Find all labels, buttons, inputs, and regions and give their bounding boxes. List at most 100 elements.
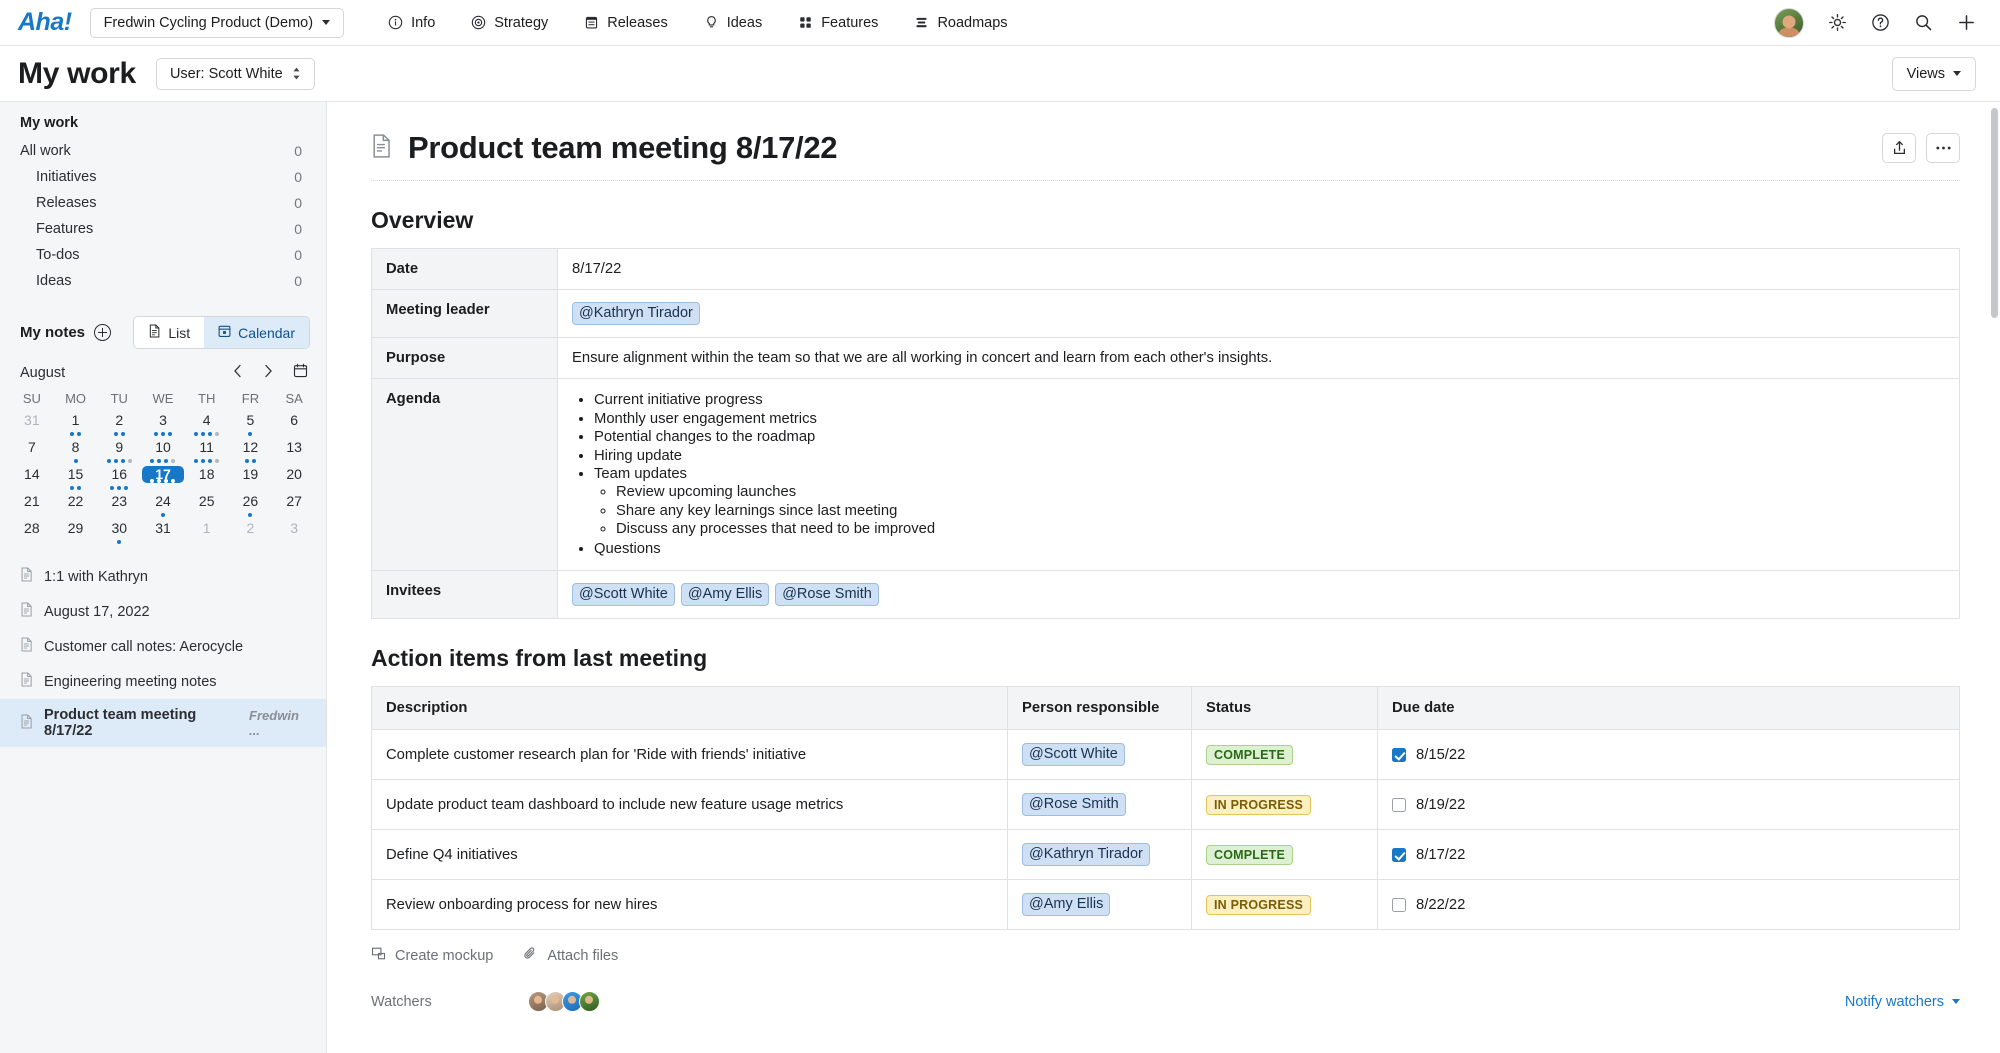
plus-icon[interactable] [1957,13,1976,32]
calendar-day-21[interactable]: 21 [10,493,54,520]
search-icon[interactable] [1914,13,1933,32]
mention-chip[interactable]: @Rose Smith [1022,793,1126,816]
calendar-day-25[interactable]: 25 [185,493,229,520]
mention-chip[interactable]: @Scott White [572,583,675,606]
views-button[interactable]: Views [1892,57,1976,91]
calendar-day-27[interactable]: 27 [272,493,316,520]
calendar-day-8[interactable]: 8 [54,439,98,466]
calendar-day-2[interactable]: 2 [97,412,141,439]
sidebar-item-initiatives[interactable]: Initiatives 0 [0,164,326,190]
overview-row-value[interactable]: Ensure alignment within the team so that… [558,338,1960,379]
action-description-cell[interactable]: Update product team dashboard to include… [372,780,1008,830]
calendar-day-1[interactable]: 1 [185,520,229,547]
calendar-day-3[interactable]: 3 [272,520,316,547]
calendar-day-22[interactable]: 22 [54,493,98,520]
nav-item-roadmaps[interactable]: Roadmaps [900,8,1021,38]
calendar-day-13[interactable]: 13 [272,439,316,466]
create-mockup-button[interactable]: Create mockup [371,946,493,965]
sidebar-item-releases[interactable]: Releases 0 [0,190,326,216]
nav-item-strategy[interactable]: Strategy [457,8,562,38]
action-due-date-cell[interactable]: 8/15/22 [1378,730,1960,780]
calendar-day-14[interactable]: 14 [10,466,54,493]
action-description-cell[interactable]: Review onboarding process for new hires [372,880,1008,930]
help-icon[interactable] [1871,13,1890,32]
calendar-day-19[interactable]: 19 [229,466,273,493]
action-person-cell[interactable]: @Scott White [1008,730,1192,780]
prev-month-icon[interactable] [233,364,243,383]
calendar-day-5[interactable]: 5 [229,412,273,439]
notify-watchers-button[interactable]: Notify watchers [1845,994,1960,1010]
nav-item-features[interactable]: Features [784,8,892,38]
action-status-cell[interactable]: COMPLETE [1192,730,1378,780]
calendar-day-2[interactable]: 2 [229,520,273,547]
calendar-day-16[interactable]: 16 [97,466,141,493]
attach-files-button[interactable]: Attach files [523,946,618,965]
mention-chip[interactable]: @Scott White [1022,743,1125,766]
sidebar-item-all-work[interactable]: All work 0 [0,138,326,164]
notes-view-list-button[interactable]: List [134,317,204,348]
action-description-cell[interactable]: Complete customer research plan for 'Rid… [372,730,1008,780]
user-filter-dropdown[interactable]: User: Scott White [156,58,315,90]
calendar-day-7[interactable]: 7 [10,439,54,466]
due-date-checkbox[interactable] [1392,898,1406,912]
calendar-day-6[interactable]: 6 [272,412,316,439]
calendar-day-31[interactable]: 31 [10,412,54,439]
vertical-scrollbar[interactable] [1991,108,1998,318]
mention-chip[interactable]: @Rose Smith [775,583,879,606]
mention-chip[interactable]: @Amy Ellis [1022,893,1110,916]
calendar-day-28[interactable]: 28 [10,520,54,547]
mention-chip[interactable]: @Kathryn Tirador [572,302,700,325]
calendar-day-11[interactable]: 11 [185,439,229,466]
due-date-checkbox[interactable] [1392,798,1406,812]
note-list-item[interactable]: 1:1 with Kathryn [0,559,326,594]
action-due-date-cell[interactable]: 8/22/22 [1378,880,1960,930]
calendar-day-1[interactable]: 1 [54,412,98,439]
action-person-cell[interactable]: @Amy Ellis [1008,880,1192,930]
today-calendar-icon[interactable] [293,363,308,383]
calendar-day-3[interactable]: 3 [141,412,185,439]
mention-chip[interactable]: @Kathryn Tirador [1022,843,1150,866]
avatar[interactable] [579,991,600,1012]
more-options-button[interactable] [1926,133,1960,163]
calendar-day-30[interactable]: 30 [97,520,141,547]
note-list-item[interactable]: Product team meeting 8/17/22Fredwin ... [0,699,326,747]
calendar-day-20[interactable]: 20 [272,466,316,493]
notes-view-calendar-button[interactable]: Calendar [204,317,309,348]
action-person-cell[interactable]: @Rose Smith [1008,780,1192,830]
sidebar-item-todos[interactable]: To-dos 0 [0,242,326,268]
calendar-day-23[interactable]: 23 [97,493,141,520]
overview-row-value[interactable]: Current initiative progressMonthly user … [558,379,1960,571]
note-list-item[interactable]: August 17, 2022 [0,594,326,629]
aha-logo[interactable]: Aha! [18,8,72,37]
nav-item-info[interactable]: Info [374,8,449,38]
product-selector[interactable]: Fredwin Cycling Product (Demo) [90,8,345,38]
nav-item-ideas[interactable]: Ideas [690,8,776,38]
note-list-item[interactable]: Engineering meeting notes [0,664,326,699]
sidebar-item-features[interactable]: Features 0 [0,216,326,242]
user-avatar-button[interactable] [1774,8,1804,38]
action-description-cell[interactable]: Define Q4 initiatives [372,830,1008,880]
calendar-day-9[interactable]: 9 [97,439,141,466]
calendar-day-15[interactable]: 15 [54,466,98,493]
action-due-date-cell[interactable]: 8/17/22 [1378,830,1960,880]
calendar-day-18[interactable]: 18 [185,466,229,493]
action-status-cell[interactable]: IN PROGRESS [1192,880,1378,930]
calendar-day-29[interactable]: 29 [54,520,98,547]
sidebar-item-ideas[interactable]: Ideas 0 [0,268,326,294]
calendar-day-26[interactable]: 26 [229,493,273,520]
overview-row-value[interactable]: @Kathryn Tirador [558,290,1960,338]
calendar-day-4[interactable]: 4 [185,412,229,439]
overview-row-value[interactable]: 8/17/22 [558,249,1960,290]
note-list-item[interactable]: Customer call notes: Aerocycle [0,629,326,664]
gear-icon[interactable] [1828,13,1847,32]
due-date-checkbox[interactable] [1392,748,1406,762]
due-date-checkbox[interactable] [1392,848,1406,862]
overview-row-value[interactable]: @Scott White@Amy Ellis@Rose Smith [558,571,1960,619]
add-note-icon[interactable] [94,324,111,341]
calendar-day-31[interactable]: 31 [141,520,185,547]
calendar-day-12[interactable]: 12 [229,439,273,466]
nav-item-releases[interactable]: Releases [570,8,681,38]
share-button[interactable] [1882,133,1916,163]
next-month-icon[interactable] [263,364,273,383]
action-status-cell[interactable]: IN PROGRESS [1192,780,1378,830]
